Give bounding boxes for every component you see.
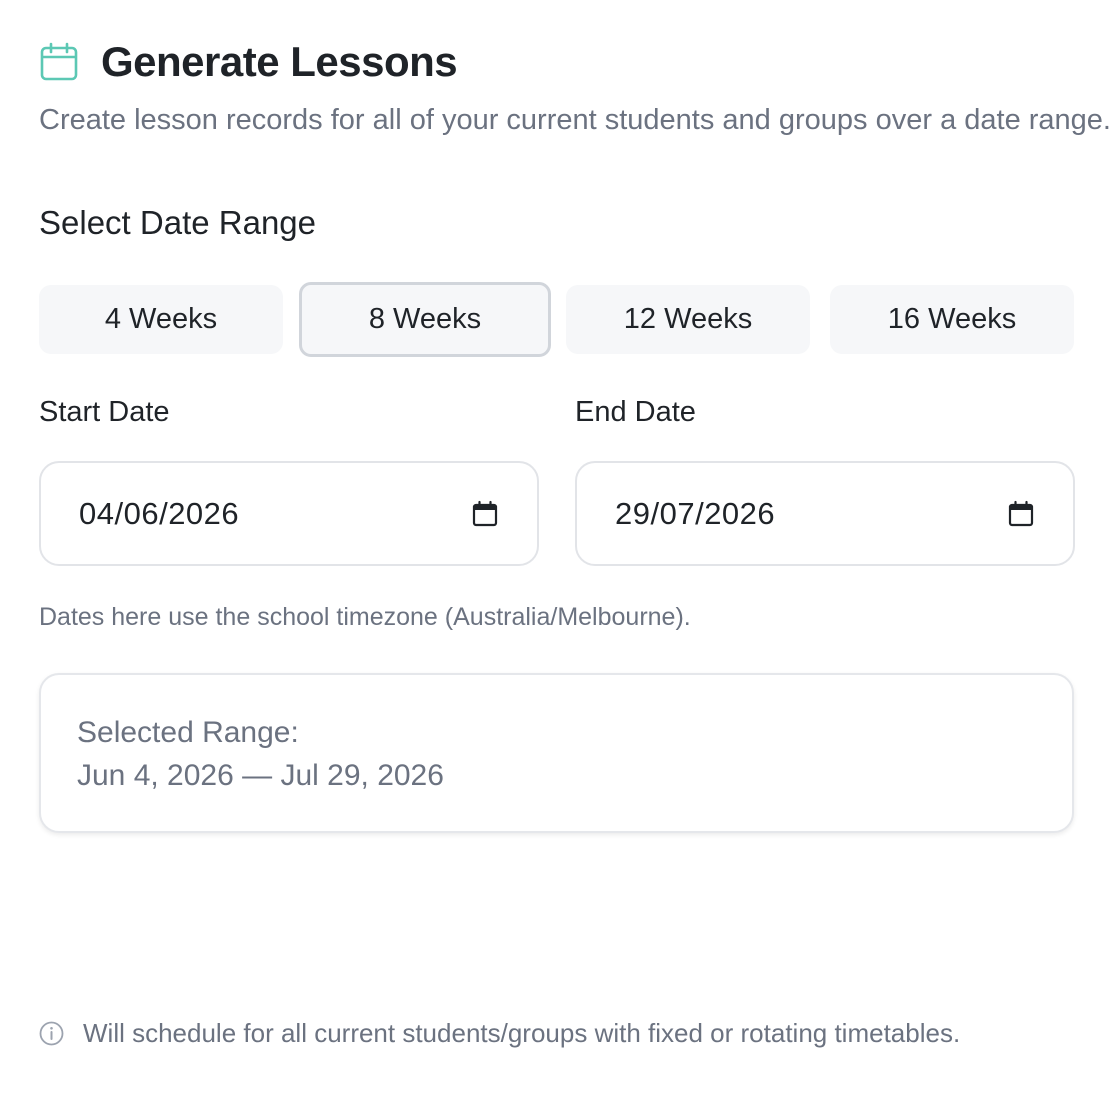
preset-16-weeks-button[interactable]: 16 Weeks [830, 285, 1074, 354]
selected-range-card: Selected Range: Jun 4, 2026 — Jul 29, 20… [39, 673, 1074, 833]
selected-range-value: Jun 4, 2026 — Jul 29, 2026 [77, 759, 444, 792]
end-date-value: 29/07/2026 [615, 495, 776, 531]
generate-lessons-page: Generate Lessons Create lesson records f… [0, 0, 1120, 1096]
calendar-picker-icon[interactable] [1007, 500, 1035, 528]
preset-4-weeks-button[interactable]: 4 Weeks [39, 285, 283, 354]
start-date-input[interactable]: 04/06/2026 [39, 461, 539, 566]
calendar-icon [40, 42, 78, 81]
page-header: Generate Lessons [39, 38, 458, 86]
date-range-section-title: Select Date Range [39, 204, 317, 241]
page-subtitle: Create lesson records for all of your cu… [39, 104, 1111, 136]
schedule-info-note: Will schedule for all current students/g… [39, 1018, 960, 1049]
page-title: Generate Lessons [101, 38, 458, 85]
preset-range-group: 4 Weeks 8 Weeks 12 Weeks 16 Weeks [39, 282, 1074, 357]
selected-range-label: Selected Range: [77, 716, 299, 749]
calendar-picker-icon[interactable] [471, 500, 499, 528]
schedule-info-text: Will schedule for all current students/g… [83, 1018, 961, 1048]
timezone-note: Dates here use the school timezone (Aust… [39, 603, 691, 631]
end-date-input[interactable]: 29/07/2026 [575, 461, 1075, 566]
start-date-label: Start Date [39, 396, 170, 428]
preset-12-weeks-button[interactable]: 12 Weeks [566, 285, 810, 354]
info-icon [39, 1021, 64, 1046]
start-date-value: 04/06/2026 [79, 495, 240, 531]
preset-8-weeks-button[interactable]: 8 Weeks [299, 282, 551, 357]
end-date-label: End Date [575, 396, 696, 428]
